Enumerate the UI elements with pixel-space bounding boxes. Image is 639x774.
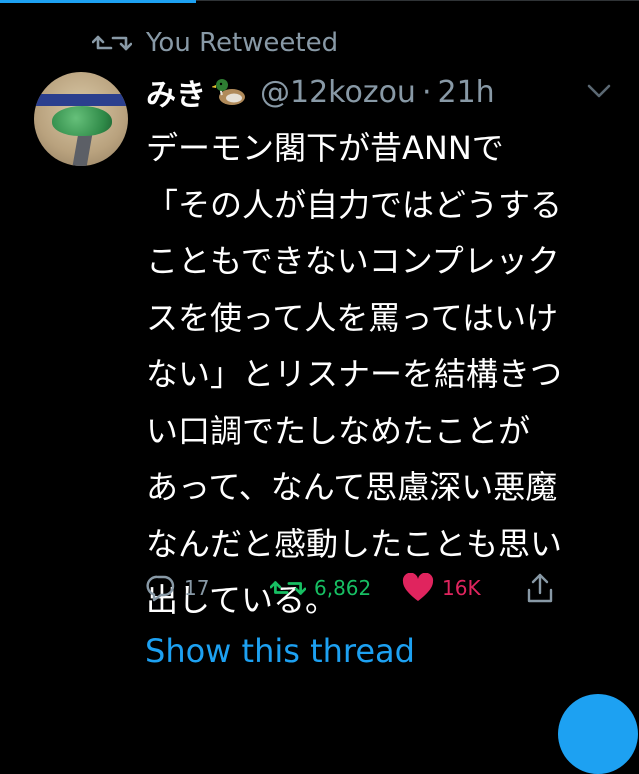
like-count: 16K (442, 576, 481, 600)
top-accent-bar (0, 0, 196, 3)
top-divider (196, 0, 639, 1)
tweet-text-line: デーモン閣下が昔ANNで (146, 129, 504, 167)
author-handle[interactable]: @12kozou (260, 75, 416, 110)
avatar-frog-figure (52, 106, 112, 136)
tweet-text-line: い口調でたしなめたことが (146, 411, 531, 450)
tweet-action-bar: 17 6,862 16K (146, 566, 636, 610)
retweet-icon (270, 581, 306, 595)
retweet-button[interactable]: 6,862 (270, 566, 371, 610)
retweet-count: 6,862 (314, 576, 372, 600)
avatar-background-band (34, 94, 128, 106)
tweet-text-line: こともできないコンプレック (146, 242, 560, 280)
tweet-text-line: スを使って人を罵ってはいけ (146, 298, 559, 337)
reply-count: 17 (184, 576, 210, 600)
tweet-text-line: あって、なんて思慮深い悪魔 (146, 468, 558, 506)
heart-icon (402, 573, 434, 601)
reply-icon (146, 575, 175, 602)
retweet-icon (92, 35, 132, 51)
share-icon (527, 573, 553, 603)
duck-emoji-icon (212, 79, 245, 105)
retweet-header: You Retweeted (92, 26, 338, 60)
author-display-name[interactable]: みき (146, 70, 206, 114)
tweet-timestamp[interactable]: 21h (438, 75, 495, 110)
avatar[interactable] (34, 72, 128, 166)
tweet-text-line: ない」とリスナーを結構きつ (146, 355, 563, 393)
tweet-author-row: みき @12kozou · 21h (146, 66, 495, 118)
reply-button[interactable]: 17 (146, 566, 209, 610)
tweet-text: デーモン閣下が昔ANNで 「その人が自力ではどうする こともできないコンプレック… (146, 120, 626, 629)
meta-separator: · (421, 74, 432, 110)
tweet-text-line: 「その人が自力ではどうする (146, 185, 563, 224)
compose-fab-button[interactable] (558, 694, 638, 774)
chevron-down-icon[interactable] (586, 82, 612, 100)
share-button[interactable] (526, 566, 554, 610)
tweet-text-line: なんだと感動したことも思い (146, 524, 563, 563)
retweet-label: You Retweeted (146, 28, 339, 58)
like-button[interactable]: 16K (402, 566, 481, 610)
show-thread-link[interactable]: Show this thread (145, 632, 415, 670)
